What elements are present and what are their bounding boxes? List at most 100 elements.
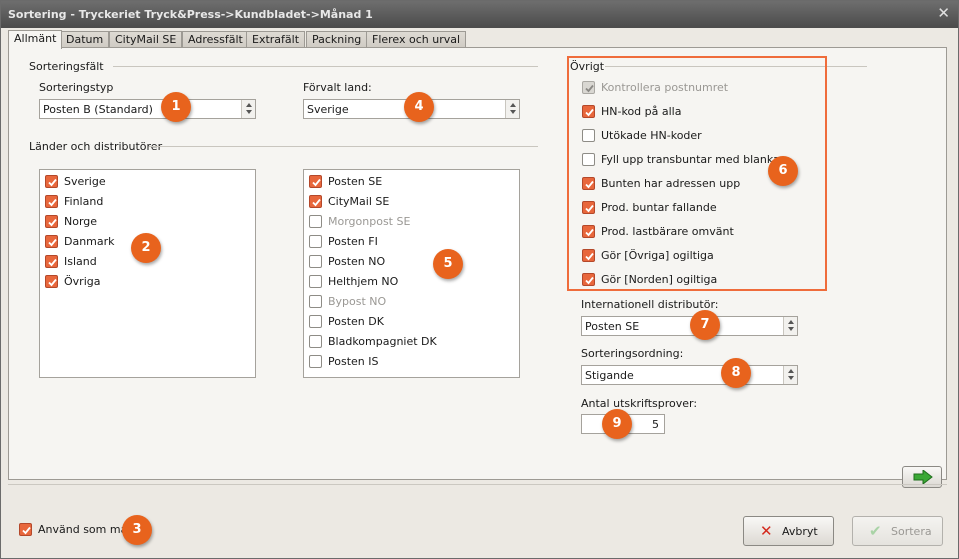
checkbox-label: Bladkompagniet DK (328, 335, 437, 348)
sorting-dialog: Sortering - Tryckeriet Tryck&Press->Kund… (0, 0, 959, 559)
cancel-button[interactable]: ✕ Avbryt (743, 516, 834, 546)
checkbox-label: Fyll upp transbuntar med blanka (601, 153, 780, 166)
checkbox[interactable] (582, 153, 595, 166)
checkbox[interactable] (582, 129, 595, 142)
checkbox[interactable] (45, 195, 58, 208)
tab-datum[interactable]: Datum (60, 31, 110, 48)
group-label-countries: Länder och distributörer (29, 140, 163, 153)
checkbox[interactable] (45, 235, 58, 248)
spin-arrows-icon[interactable] (505, 100, 519, 118)
checkbox[interactable] (309, 195, 322, 208)
checkmark-icon (585, 276, 594, 285)
sort-order-label: Sorteringsordning: (581, 347, 684, 360)
tab-flerex-och-urval[interactable]: Flerex och urval (366, 31, 467, 48)
checkbox-label: Bunten har adressen upp (601, 177, 741, 190)
group-label-ovrigt: Övrigt (570, 60, 605, 73)
checkbox[interactable] (582, 201, 595, 214)
badge-2: 2 (131, 233, 161, 263)
checkbox[interactable] (582, 177, 595, 190)
checkbox[interactable] (45, 275, 58, 288)
checkbox[interactable] (309, 255, 322, 268)
checkmark-icon (48, 238, 57, 247)
checkbox-label: Helthjem NO (328, 275, 399, 288)
checkbox[interactable] (582, 105, 595, 118)
checkbox-label: Utökade HN-koder (601, 129, 702, 142)
checkbox[interactable] (45, 215, 58, 228)
group-divider (113, 66, 538, 67)
window-title: Sortering - Tryckeriet Tryck&Press->Kund… (8, 8, 373, 21)
print-samples-label: Antal utskriftsprover: (581, 397, 698, 410)
group-divider (149, 146, 538, 147)
checkbox[interactable] (582, 249, 595, 262)
checkbox-label: Gör [Norden] ogiltiga (601, 273, 718, 286)
checkbox-label: Island (64, 255, 97, 268)
tab-packning[interactable]: Packning (306, 31, 368, 48)
badge-9: 9 (602, 409, 632, 439)
checkbox-label: Morgonpost SE (328, 215, 411, 228)
sorting-type-label: Sorteringstyp (39, 81, 114, 94)
checkbox-label: HN-kod på alla (601, 105, 682, 118)
checkbox[interactable] (45, 255, 58, 268)
tab-extrafalt[interactable]: Extrafält (246, 31, 306, 48)
checkbox[interactable] (309, 275, 322, 288)
checkmark-icon (585, 180, 594, 189)
checkbox-label: Övriga (64, 275, 101, 288)
checkbox-label: Posten DK (328, 315, 384, 328)
checkmark-icon (48, 278, 57, 287)
checkbox (309, 295, 322, 308)
checkbox[interactable] (45, 175, 58, 188)
checkbox[interactable] (309, 175, 322, 188)
sort-order-combo[interactable]: Stigande (581, 365, 798, 385)
checkmark-icon (48, 178, 57, 187)
tab-allmant[interactable]: Allmänt (8, 30, 63, 49)
checkmark-icon (48, 258, 57, 267)
checkbox-label: Posten IS (328, 355, 379, 368)
checkbox-label: Kontrollera postnumret (601, 81, 729, 94)
checkbox (309, 215, 322, 228)
badge-8: 8 (721, 358, 751, 388)
checkmark-icon (312, 198, 321, 207)
use-as-template-label: Använd som mall (38, 523, 134, 536)
badge-4: 4 (404, 92, 434, 122)
tab-adressfalt[interactable]: Adressfält (182, 31, 249, 48)
spin-arrows-icon[interactable] (783, 366, 797, 384)
intl-distributor-label: Internationell distributör: (581, 298, 719, 311)
tab-citymail-se[interactable]: CityMail SE (109, 31, 183, 48)
checkmark-icon (585, 108, 594, 117)
distributors-list[interactable]: Posten SE CityMail SE Morgonpost SE Posten … (303, 169, 520, 378)
checkbox[interactable] (309, 315, 322, 328)
checkmark-icon (585, 252, 594, 261)
checkbox-label: Posten FI (328, 235, 378, 248)
spin-arrows-icon[interactable] (241, 100, 255, 118)
checkmark-icon: ✔ (869, 522, 882, 540)
checkbox-label: Norge (64, 215, 98, 228)
title-bar[interactable]: Sortering - Tryckeriet Tryck&Press->Kund… (1, 1, 958, 28)
spin-arrows-icon[interactable] (783, 317, 797, 335)
checkbox-label: Posten SE (328, 175, 383, 188)
close-icon[interactable]: ✕ (937, 5, 950, 22)
checkbox-label: Finland (64, 195, 104, 208)
badge-1: 1 (161, 92, 191, 122)
badge-6: 6 (768, 156, 798, 186)
checkmark-icon (585, 204, 594, 213)
arrow-right-icon (913, 470, 933, 484)
checkbox-label: CityMail SE (328, 195, 390, 208)
footer-divider (8, 484, 947, 485)
checkbox[interactable] (582, 273, 595, 286)
countries-list[interactable]: Sverige Finland Norge Danmark Island Övriga (39, 169, 256, 378)
badge-7: 7 (690, 310, 720, 340)
checkbox (582, 81, 595, 94)
checkbox-label: Sverige (64, 175, 106, 188)
checkmark-icon (312, 178, 321, 187)
sort-button[interactable]: ✔ Sortera (852, 516, 943, 546)
checkbox-label: Posten NO (328, 255, 386, 268)
checkbox[interactable] (19, 523, 32, 536)
checkbox[interactable] (309, 335, 322, 348)
badge-5: 5 (433, 249, 463, 279)
sorting-type-combo[interactable]: Posten B (Standard) (39, 99, 256, 119)
checkbox-label: Prod. buntar fallande (601, 201, 717, 214)
checkbox-label: Danmark (64, 235, 115, 248)
checkbox[interactable] (582, 225, 595, 238)
checkbox[interactable] (309, 355, 322, 368)
checkbox[interactable] (309, 235, 322, 248)
